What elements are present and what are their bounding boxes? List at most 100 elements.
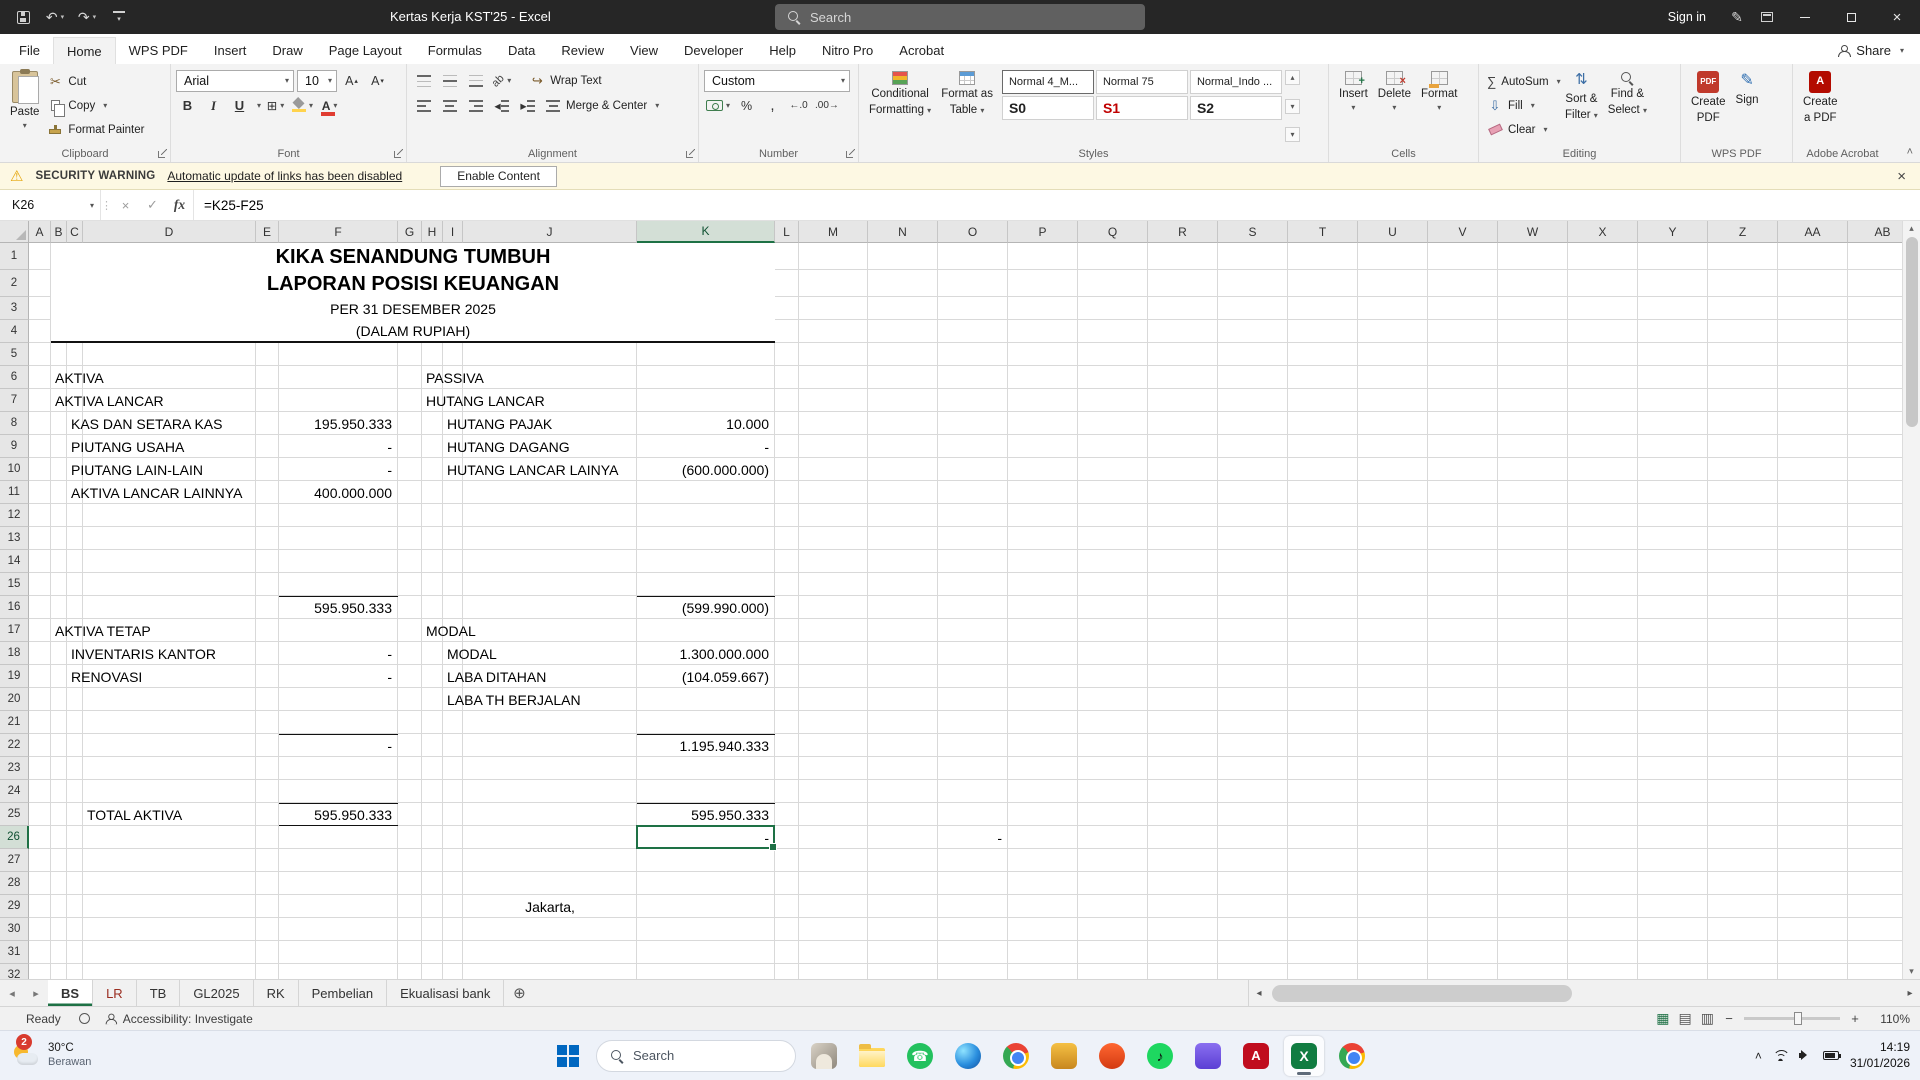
conditional-formatting-button[interactable]: Conditional Formatting ▾ xyxy=(864,68,936,144)
column-header-I[interactable]: I xyxy=(443,221,463,243)
sheet-tab-ekualisasi-bank[interactable]: Ekualisasi bank xyxy=(387,980,504,1006)
fill-color-button[interactable]: ▾ xyxy=(290,95,315,117)
minimize-button[interactable] xyxy=(1782,0,1828,34)
row-header-5[interactable]: 5 xyxy=(0,343,29,366)
app-icon-chrome[interactable] xyxy=(996,1036,1036,1076)
cut-button[interactable]: ✂Cut xyxy=(44,71,147,92)
volume-icon[interactable] xyxy=(1799,1050,1812,1061)
cell-B3[interactable]: PER 31 DESEMBER 2025 xyxy=(51,297,775,320)
cell-B4[interactable]: (DALAM RUPIAH) xyxy=(51,320,775,343)
font-name-select[interactable]: Arial▾ xyxy=(176,70,294,92)
comma-style-button[interactable]: , xyxy=(761,95,784,117)
cell-J29[interactable]: Jakarta, xyxy=(463,895,637,918)
ribbon-tab-insert[interactable]: Insert xyxy=(201,37,260,64)
app-icon-edge[interactable] xyxy=(948,1036,988,1076)
cell-F18[interactable]: - xyxy=(279,642,398,665)
sheet-tab-pembelian[interactable]: Pembelian xyxy=(299,980,387,1006)
ribbon-tab-data[interactable]: Data xyxy=(495,37,548,64)
align-bottom-button[interactable] xyxy=(464,70,487,92)
cell-I18[interactable]: MODAL xyxy=(443,642,463,665)
zoom-slider-thumb[interactable] xyxy=(1794,1012,1802,1025)
spreadsheet-grid[interactable]: ABCDEFGHIJKLMNOPQRSTUVWXYZAAAB1234567891… xyxy=(0,221,1902,979)
column-header-U[interactable]: U xyxy=(1358,221,1428,243)
column-header-F[interactable]: F xyxy=(279,221,398,243)
vertical-scroll-thumb[interactable] xyxy=(1906,237,1918,427)
hidden-icons-button[interactable]: ˄ xyxy=(1755,1049,1762,1063)
zoom-out-button[interactable]: − xyxy=(1723,1011,1735,1026)
app-icon-excel[interactable]: X xyxy=(1284,1036,1324,1076)
align-left-button[interactable] xyxy=(412,95,435,117)
scroll-right-button[interactable]: ▸ xyxy=(1900,988,1920,999)
row-header-11[interactable]: 11 xyxy=(0,481,29,504)
row-header-18[interactable]: 18 xyxy=(0,642,29,665)
cell-C8[interactable]: KAS DAN SETARA KAS xyxy=(67,412,83,435)
cell-H7[interactable]: HUTANG LANCAR xyxy=(422,389,443,412)
row-header-10[interactable]: 10 xyxy=(0,458,29,481)
start-button[interactable] xyxy=(548,1036,588,1076)
cell-style-s2[interactable]: S2 xyxy=(1190,96,1282,120)
ribbon-display-button[interactable] xyxy=(1752,3,1782,31)
insert-function-button[interactable]: fx xyxy=(166,190,193,220)
formula-input[interactable]: =K25-F25 xyxy=(193,190,1920,220)
row-header-31[interactable]: 31 xyxy=(0,941,29,964)
cell-F25[interactable]: 595.950.333 xyxy=(279,803,398,826)
row-header-13[interactable]: 13 xyxy=(0,527,29,550)
cell-B17[interactable]: AKTIVA TETAP xyxy=(51,619,67,642)
clear-button[interactable]: Clear▾ xyxy=(1484,119,1560,140)
cell-C9[interactable]: PIUTANG USAHA xyxy=(67,435,83,458)
cell-F16[interactable]: 595.950.333 xyxy=(279,596,398,619)
cell-C18[interactable]: INVENTARIS KANTOR xyxy=(67,642,83,665)
row-header-19[interactable]: 19 xyxy=(0,665,29,688)
format-painter-button[interactable]: Format Painter xyxy=(44,119,147,140)
ribbon-tab-formulas[interactable]: Formulas xyxy=(415,37,495,64)
paste-button[interactable]: Paste ▾ xyxy=(5,68,44,144)
cell-I10[interactable]: HUTANG LANCAR LAINYA xyxy=(443,458,463,481)
select-all-corner[interactable] xyxy=(0,221,29,243)
row-header-6[interactable]: 6 xyxy=(0,366,29,389)
row-header-29[interactable]: 29 xyxy=(0,895,29,918)
cell-F10[interactable]: - xyxy=(279,458,398,481)
column-header-AB[interactable]: AB xyxy=(1848,221,1902,243)
cell-I19[interactable]: LABA DITAHAN xyxy=(443,665,463,688)
name-box[interactable]: K26 ▾ xyxy=(0,190,100,220)
cell-B1[interactable]: KIKA SENANDUNG TUMBUH xyxy=(51,243,775,270)
column-header-B[interactable]: B xyxy=(51,221,67,243)
zoom-in-button[interactable]: + xyxy=(1849,1011,1861,1026)
column-header-E[interactable]: E xyxy=(256,221,279,243)
ribbon-tab-view[interactable]: View xyxy=(617,37,671,64)
cancel-entry-button[interactable]: × xyxy=(112,190,139,220)
page-layout-view-button[interactable]: ▤ xyxy=(1679,1010,1692,1027)
row-header-7[interactable]: 7 xyxy=(0,389,29,412)
decrease-decimal-button[interactable]: .00→ xyxy=(813,95,841,117)
redo-button[interactable]: ↷▾ xyxy=(72,3,102,31)
new-sheet-button[interactable]: ⊕ xyxy=(504,980,534,1006)
taskbar-search-box[interactable]: Search xyxy=(596,1040,796,1072)
column-header-S[interactable]: S xyxy=(1218,221,1288,243)
number-dialog-launcher[interactable] xyxy=(845,149,855,159)
cell-K25[interactable]: 595.950.333 xyxy=(637,803,775,826)
align-middle-button[interactable] xyxy=(438,70,461,92)
app-icon-chrome2[interactable] xyxy=(1332,1036,1372,1076)
sign-in-button[interactable]: Sign in xyxy=(1652,10,1722,24)
row-header-15[interactable]: 15 xyxy=(0,573,29,596)
undo-button[interactable]: ↶▾ xyxy=(40,3,70,31)
ribbon-tab-review[interactable]: Review xyxy=(548,37,617,64)
format-cells-button[interactable]: Format ▾ xyxy=(1416,68,1462,144)
cell-K9[interactable]: - xyxy=(637,435,775,458)
ribbon-tab-acrobat[interactable]: Acrobat xyxy=(886,37,957,64)
align-right-button[interactable] xyxy=(464,95,487,117)
row-header-20[interactable]: 20 xyxy=(0,688,29,711)
row-header-32[interactable]: 32 xyxy=(0,964,29,979)
column-header-N[interactable]: N xyxy=(868,221,938,243)
row-header-14[interactable]: 14 xyxy=(0,550,29,573)
column-header-D[interactable]: D xyxy=(83,221,256,243)
align-center-button[interactable] xyxy=(438,95,461,117)
row-header-9[interactable]: 9 xyxy=(0,435,29,458)
cell-F22[interactable]: - xyxy=(279,734,398,757)
share-button[interactable]: Share ▾ xyxy=(1837,37,1904,64)
find-select-button[interactable]: Find & Select ▾ xyxy=(1603,68,1652,144)
cell-style-s0[interactable]: S0 xyxy=(1002,96,1094,120)
row-header-26[interactable]: 26 xyxy=(0,826,29,849)
collapse-ribbon-button[interactable]: ˄ xyxy=(1907,146,1913,158)
merge-center-button[interactable]: Merge & Center▾ xyxy=(542,95,662,116)
